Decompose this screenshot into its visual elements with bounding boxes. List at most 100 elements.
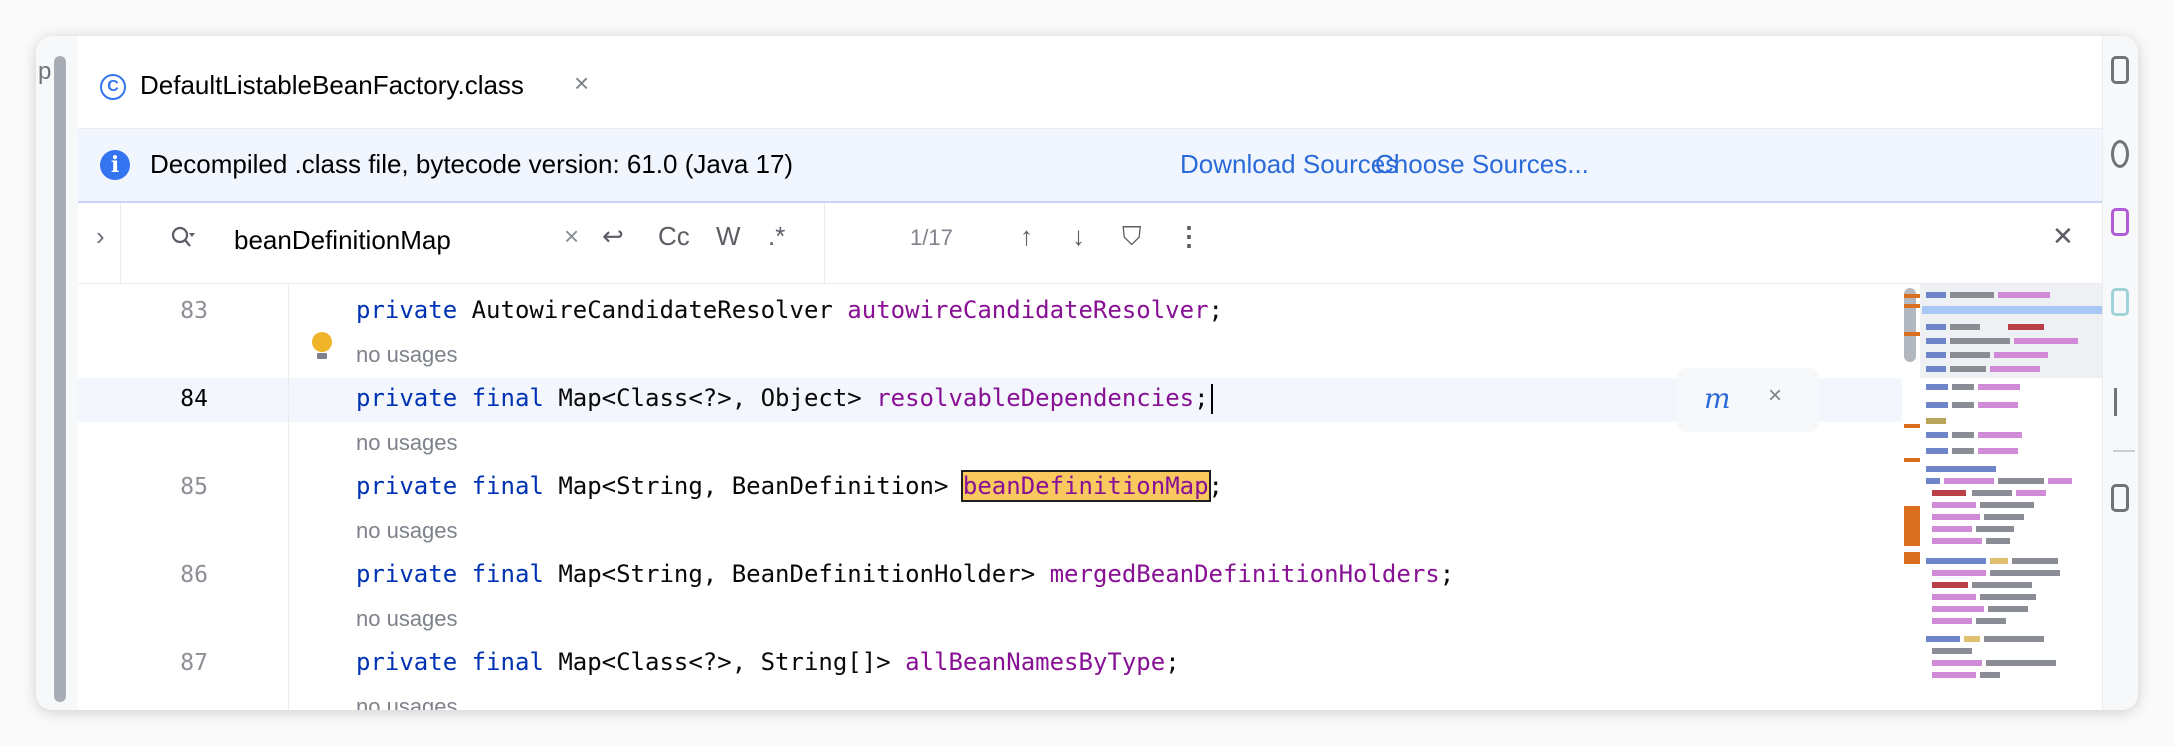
keyword: private [356, 648, 458, 676]
code-line[interactable]: 87 private final Map<Class<?>, String[]>… [78, 642, 1878, 686]
minimap-line [1980, 672, 2000, 678]
minimap-line [1932, 660, 1982, 666]
minimap-line [1926, 466, 1996, 472]
minimap-line [1932, 618, 1972, 624]
search-match-highlight: beanDefinitionMap [960, 470, 1211, 502]
minimap-line [1952, 402, 1974, 408]
minimap-line [2016, 490, 2046, 496]
class-icon: C [100, 74, 126, 100]
error-stripe-marker[interactable] [1904, 424, 1920, 428]
filter-icon[interactable]: ⛉ [1122, 221, 1142, 253]
editor-scrollbar-thumb[interactable] [1904, 288, 1916, 362]
error-stripe-marker[interactable] [1904, 552, 1920, 564]
minimap-line [1932, 514, 1980, 520]
minimap-line [1984, 514, 2024, 520]
minimap-line [2008, 324, 2044, 330]
keyword: private [356, 560, 458, 588]
field-name: allBeanNamesByType [905, 648, 1166, 676]
lightbulb-glass [312, 332, 332, 352]
database-icon[interactable] [2111, 56, 2129, 84]
code-text[interactable]: private AutowireCandidateResolver autowi… [356, 296, 1223, 324]
minimap-line [1952, 448, 1974, 454]
more-options-icon[interactable]: ⋮ [1176, 221, 1202, 252]
previous-match-icon[interactable]: ↑ [1020, 221, 1033, 252]
terminator: ; [1208, 296, 1223, 324]
code-minimap[interactable] [1920, 284, 2102, 710]
minimap-line [1926, 338, 1946, 344]
error-stripe-marker[interactable] [1904, 458, 1920, 462]
new-line-icon[interactable]: ↩ [602, 221, 624, 252]
minimap-line [1976, 618, 2006, 624]
clear-search-icon[interactable]: × [564, 221, 579, 252]
minimap-line [1988, 606, 2028, 612]
code-text[interactable]: private final Map<Class<?>, String[]> al… [356, 648, 1180, 676]
minimap-line [1932, 606, 1984, 612]
minimap-line [2048, 478, 2072, 484]
code-text[interactable]: private final Map<Class<?>, Object> reso… [356, 384, 1213, 414]
code-line[interactable]: 86 private final Map<String, BeanDefinit… [78, 554, 1878, 598]
tab-label: DefaultListableBeanFactory.class [140, 70, 524, 100]
line-number: 87 [180, 650, 208, 676]
reader-mode-icon[interactable]: m [1704, 382, 1731, 415]
ai-assistant-icon[interactable] [2111, 288, 2129, 316]
decompiled-notice-banner: i Decompiled .class file, bytecode versi… [78, 129, 2102, 203]
usage-hint[interactable]: no usages [356, 342, 458, 368]
tool-window-icon[interactable] [2111, 140, 2129, 168]
minimap-line [1932, 570, 1986, 576]
minimap-line [1952, 384, 1974, 390]
minimap-line [1998, 292, 2050, 298]
plugin-icon[interactable] [2111, 208, 2129, 236]
minimap-line [1926, 432, 1948, 438]
notifications-icon[interactable] [2111, 388, 2117, 416]
code-line[interactable]: 83 private AutowireCandidateResolver aut… [78, 290, 1878, 334]
tab-default-listable-bean-factory[interactable]: C DefaultListableBeanFactory.class × [100, 64, 612, 124]
minimap-line [1980, 594, 2036, 600]
code-line[interactable]: 85 private final Map<String, BeanDefinit… [78, 466, 1878, 510]
minimap-viewport[interactable] [1920, 284, 2102, 378]
keyword: private [356, 384, 458, 412]
find-divider-2 [824, 203, 825, 283]
search-history-icon[interactable] [170, 223, 196, 253]
minimap-line [2014, 338, 2078, 344]
banner-message: Decompiled .class file, bytecode version… [150, 149, 794, 179]
error-stripe-marker[interactable] [1904, 304, 1920, 308]
find-bar: › × ↩ Cc W .* 1/17 ↑ ↓ ⛉ ⋮ ✕ [78, 203, 2102, 284]
next-match-icon[interactable]: ↓ [1072, 221, 1085, 252]
type: AutowireCandidateResolver [471, 296, 833, 324]
tab-close-icon[interactable]: × [574, 68, 589, 99]
code-line-current[interactable]: 84 private final Map<Class<?>, Object> r… [78, 378, 1878, 422]
expand-replace-icon[interactable]: › [96, 221, 105, 252]
keyword: final [471, 472, 544, 500]
minimap-line [1932, 594, 1976, 600]
inline-close-icon[interactable]: × [1768, 382, 1782, 410]
minimap-line [1978, 384, 2020, 390]
left-scrollbar[interactable] [54, 56, 66, 702]
search-input[interactable] [234, 225, 494, 256]
error-stripe-marker[interactable] [1904, 332, 1920, 336]
terminal-icon[interactable] [2111, 484, 2129, 512]
lightbulb-icon[interactable] [312, 332, 332, 360]
error-stripe-marker[interactable] [1904, 294, 1920, 298]
text-caret [1210, 384, 1213, 414]
close-find-icon[interactable]: ✕ [2052, 221, 2074, 252]
usage-hint[interactable]: no usages [356, 518, 458, 544]
code-text[interactable]: private final Map<String, BeanDefinition… [356, 560, 1454, 588]
minimap-line [1926, 448, 1948, 454]
field-name: autowireCandidateResolver [847, 296, 1209, 324]
minimap-line [1950, 292, 1994, 298]
minimap-line [1986, 660, 2056, 666]
code-text[interactable]: private final Map<String, BeanDefinition… [356, 470, 1223, 502]
minimap-line [1932, 648, 1972, 654]
error-stripe-marker[interactable] [1904, 506, 1920, 546]
regex-button[interactable]: .* [768, 221, 785, 252]
match-case-button[interactable]: Cc [658, 221, 690, 252]
whole-words-button[interactable]: W [716, 221, 741, 252]
usage-hint[interactable]: no usages [356, 430, 458, 456]
minimap-line [1932, 502, 1976, 508]
usage-hint[interactable]: no usages [356, 606, 458, 632]
type: Map<String, BeanDefinition> [558, 472, 949, 500]
usage-hint[interactable]: no usages [356, 694, 458, 710]
download-sources-link[interactable]: Download Sources [1180, 149, 1398, 180]
choose-sources-link[interactable]: Choose Sources... [1375, 149, 1589, 180]
terminator: ; [1165, 648, 1180, 676]
